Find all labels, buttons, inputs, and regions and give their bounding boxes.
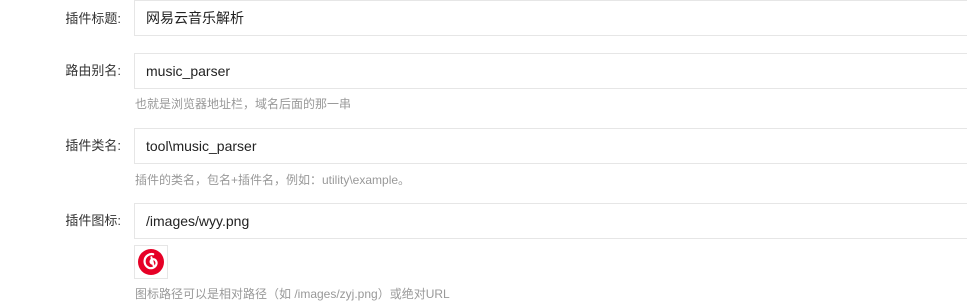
plugin-icon-help: 图标路径可以是相对路径（如 /images/zyj.png）或绝对URL <box>135 287 450 301</box>
plugin-icon-input[interactable] <box>134 203 967 239</box>
route-alias-help: 也就是浏览器地址栏，域名后面的那一串 <box>135 97 352 111</box>
route-alias-label: 路由别名: <box>65 63 121 78</box>
plugin-class-input[interactable] <box>134 128 967 164</box>
plugin-icon-preview <box>134 245 168 279</box>
plugin-title-label: 插件标题: <box>65 11 121 26</box>
netease-cloud-music-icon <box>138 249 164 275</box>
plugin-form: 插件标题: 路由别名: 也就是浏览器地址栏，域名后面的那一串 插件类名: 插件的… <box>0 0 967 308</box>
plugin-class-label: 插件类名: <box>65 138 121 153</box>
plugin-title-input[interactable] <box>134 0 967 36</box>
plugin-class-help: 插件的类名，包名+插件名，例如：utility\example。 <box>135 173 411 187</box>
route-alias-input[interactable] <box>134 53 967 89</box>
plugin-icon-label: 插件图标: <box>65 213 121 228</box>
